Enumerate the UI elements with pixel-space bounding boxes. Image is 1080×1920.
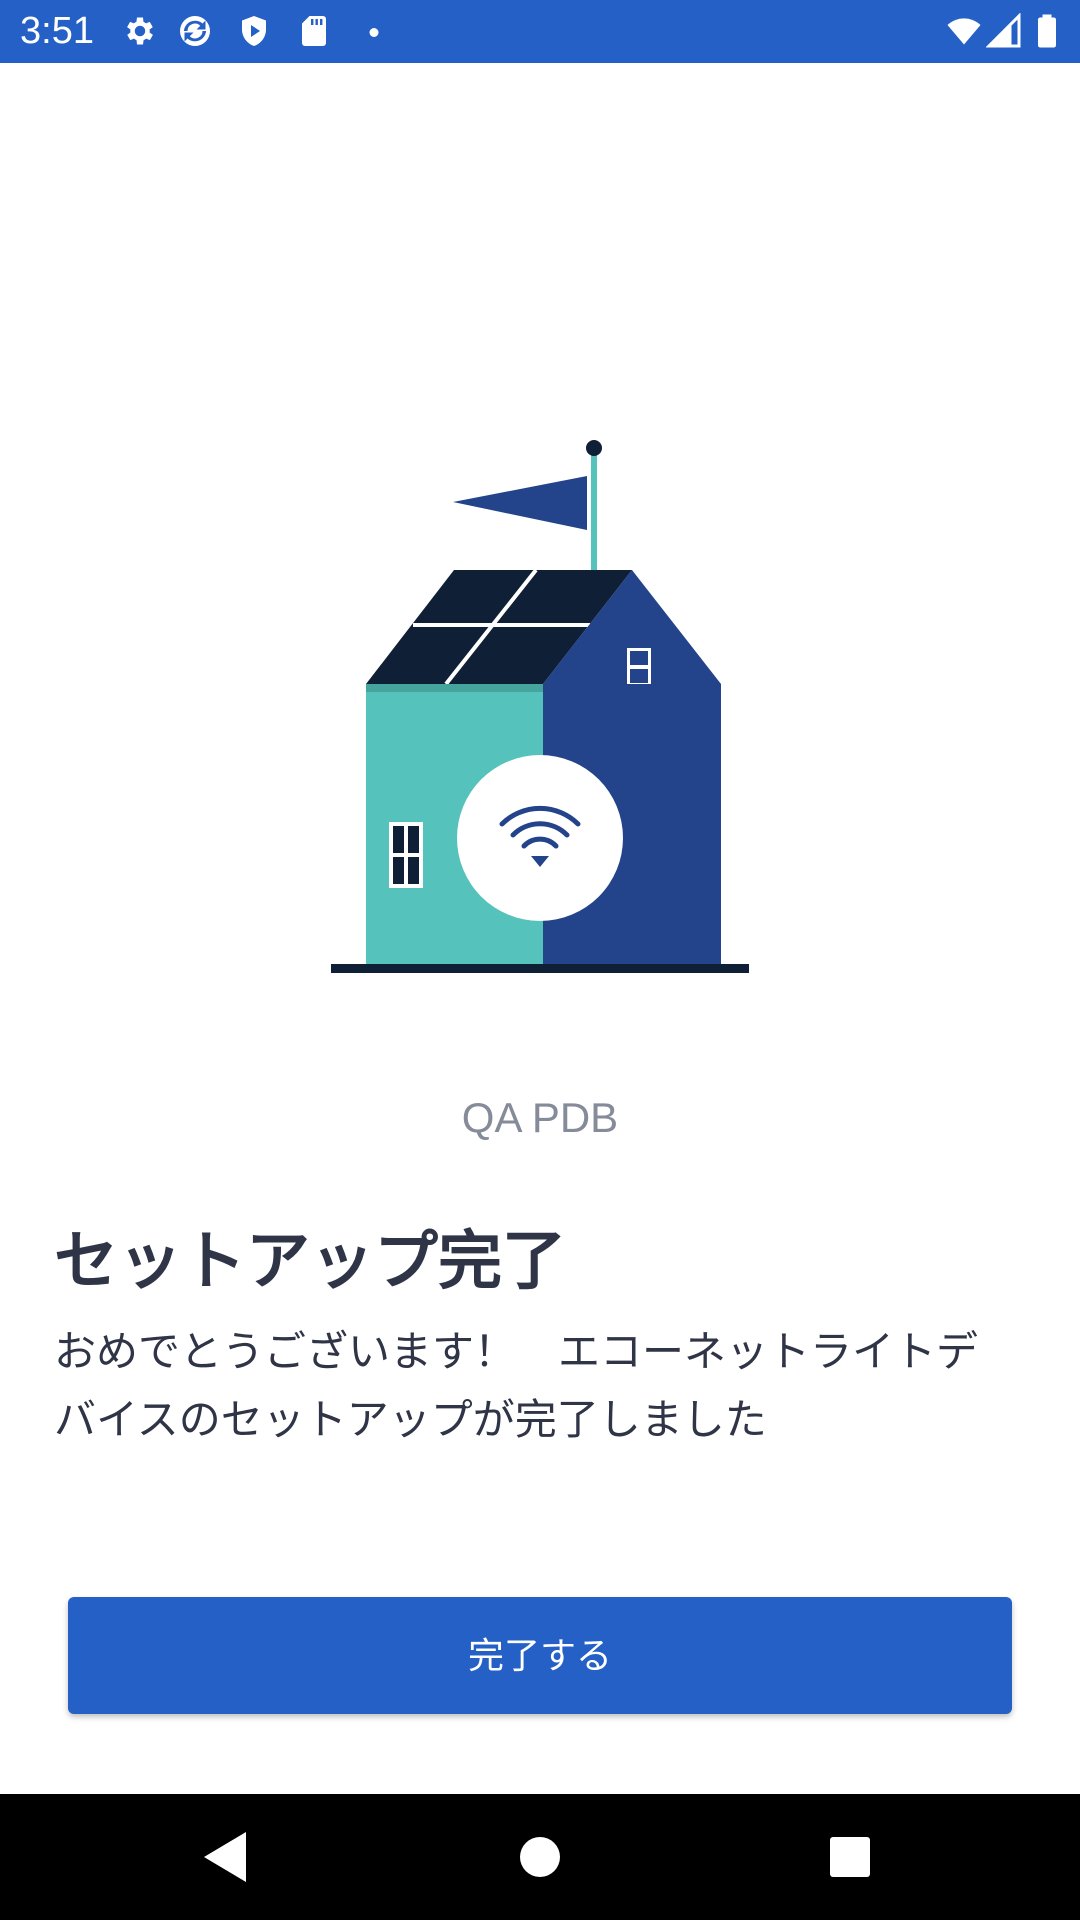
sync-icon <box>177 13 213 49</box>
status-time: 3:51 <box>20 10 94 52</box>
flag-icon <box>453 476 587 530</box>
notification-dot-icon <box>356 13 392 49</box>
house-wifi-illustration <box>320 430 760 990</box>
gear-icon <box>122 13 158 49</box>
page-title: セットアップ完了 <box>54 1225 566 1299</box>
house-ground <box>331 964 749 973</box>
play-protect-icon <box>236 13 272 49</box>
cell-signal-icon <box>986 13 1022 49</box>
sd-card-icon <box>296 13 332 49</box>
home-icon[interactable] <box>505 1822 575 1892</box>
back-icon[interactable] <box>190 1822 260 1892</box>
wifi-icon <box>944 13 984 49</box>
done-button[interactable]: 完了する <box>68 1597 1012 1714</box>
flag-pole <box>591 450 597 570</box>
flag-pole-top <box>586 440 602 456</box>
setup-description: おめでとうございます！ エコーネットライトデバイスのセットアップが完了しました <box>54 1327 979 1444</box>
device-name: QA PDB <box>461 1094 619 1141</box>
recents-icon[interactable] <box>815 1822 885 1892</box>
navigation-bar <box>0 1794 1080 1920</box>
battery-icon <box>1032 13 1062 49</box>
setup-complete-screen: 3:51 QA PDB セットアップ完了 おめでとうございます！ エコーネットラ… <box>0 0 1080 1920</box>
status-bar: 3:51 <box>0 0 1080 63</box>
